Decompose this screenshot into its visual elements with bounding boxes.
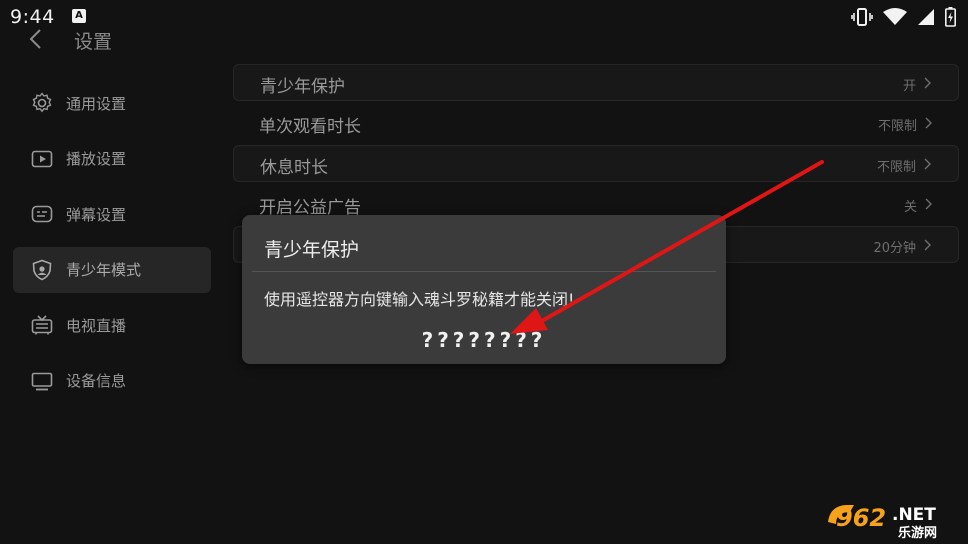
setting-value: 不限制: [877, 118, 917, 134]
back-arrow-icon[interactable]: [26, 28, 46, 50]
chevron-right-icon: [925, 198, 932, 209]
cheat-code-display: ????????: [421, 328, 547, 352]
status-time: 9:44: [10, 6, 55, 28]
page-title: 设置: [74, 31, 113, 53]
sidebar-item-danmaku[interactable]: 弹幕设置: [13, 191, 211, 237]
setting-value: 关: [903, 199, 917, 215]
wifi-icon: [883, 8, 907, 25]
sidebar-item-playback[interactable]: 播放设置: [13, 136, 211, 182]
battery-icon: [945, 7, 956, 27]
setting-label: 开启公益广告: [259, 197, 361, 218]
sidebar-item-label: 播放设置: [66, 150, 127, 168]
shield-icon: [31, 259, 53, 281]
tv-antenna-icon: [31, 314, 53, 336]
setting-value: 开: [902, 79, 916, 94]
chevron-right-icon: [924, 77, 931, 89]
play-icon: [31, 148, 53, 170]
watermark-number: 962: [836, 504, 886, 532]
sidebar-item-label: 电视直播: [66, 316, 127, 335]
dialog-message: 使用遥控器方向键输入魂斗罗秘籍才能关闭!: [264, 290, 575, 309]
setting-row-rest-duration[interactable]: 休息时长 不限制: [233, 145, 959, 182]
sidebar: 通用设置 播放设置 弹幕设置 青少年模式 电视直播 设备信息: [13, 80, 211, 413]
dialog-title: 青少年保护: [264, 239, 360, 261]
setting-row-teen-protection[interactable]: 青少年保护 开: [233, 64, 959, 101]
watermark-suffix: .NET: [892, 505, 936, 525]
monitor-icon: [31, 370, 53, 392]
vibrate-icon: [851, 8, 873, 26]
notification-icon: A: [72, 9, 86, 23]
sidebar-item-label: 设备信息: [66, 372, 127, 390]
chevron-right-icon: [925, 117, 932, 128]
system-icons: [851, 7, 956, 27]
setting-label: 单次观看时长: [259, 116, 361, 137]
setting-label: 青少年保护: [260, 77, 345, 97]
teen-protection-dialog: 青少年保护 使用遥控器方向键输入魂斗罗秘籍才能关闭! ????????: [242, 215, 726, 364]
dialog-divider: [252, 271, 716, 272]
signal-icon: [918, 9, 934, 25]
sidebar-item-general[interactable]: 通用设置: [13, 80, 211, 126]
sidebar-item-label: 青少年模式: [66, 261, 142, 279]
sidebar-item-label: 通用设置: [66, 94, 127, 113]
sidebar-item-label: 弹幕设置: [66, 205, 127, 224]
watermark-caption: 乐游网: [898, 525, 937, 540]
gear-icon: [31, 92, 53, 114]
setting-value: 不限制: [876, 160, 916, 175]
sidebar-item-teen-mode[interactable]: 青少年模式: [13, 246, 211, 293]
chevron-right-icon: [924, 158, 931, 170]
setting-row-watch-duration[interactable]: 单次观看时长 不限制: [233, 105, 959, 142]
sidebar-item-device-info[interactable]: 设备信息: [13, 358, 211, 404]
danmaku-icon: [31, 203, 53, 225]
watermark-logo: 962 .NET 乐游网: [824, 500, 964, 541]
setting-value: 20分钟: [873, 241, 916, 256]
sidebar-item-live-tv[interactable]: 电视直播: [13, 302, 211, 348]
status-bar: 9:44 A: [0, 0, 968, 34]
chevron-right-icon: [924, 239, 931, 251]
setting-label: 休息时长: [260, 158, 328, 178]
